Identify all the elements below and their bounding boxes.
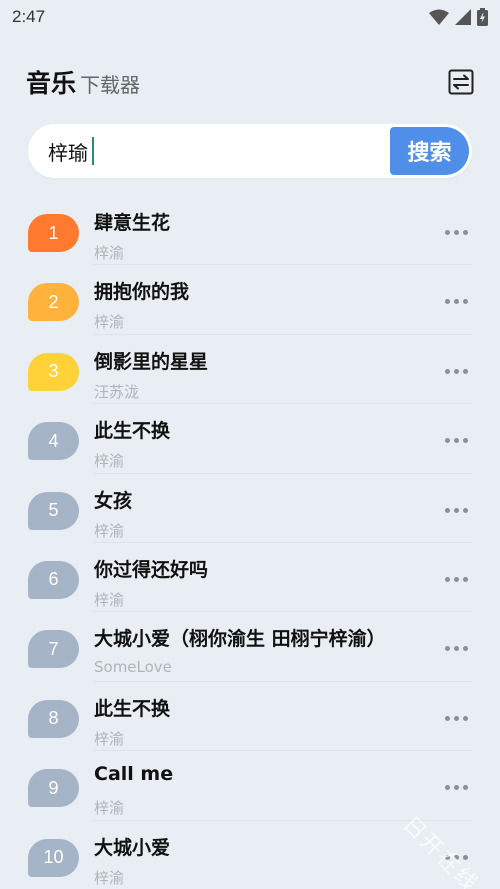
song-artist: 梓渝	[94, 521, 125, 540]
more-dot	[445, 715, 450, 721]
more-dot	[454, 230, 459, 235]
more-dot	[454, 785, 459, 791]
more-dot	[454, 299, 459, 305]
status-time: 2:47	[12, 7, 46, 26]
rank-badge: 7	[28, 630, 79, 669]
song-artist: 梓渝	[94, 590, 125, 609]
more-dot	[454, 646, 459, 652]
song-title: 肆意生花	[94, 212, 171, 234]
more-options-button[interactable]	[445, 785, 468, 791]
song-title: 此生不换	[94, 697, 171, 720]
song-artist: 汪苏泷	[94, 382, 140, 401]
song-row[interactable]: 9 Call me 梓渝	[0, 751, 500, 821]
song-row[interactable]: 6 你过得还好吗梓渝	[0, 543, 500, 613]
song-title: 大城小爱	[94, 836, 171, 859]
song-row[interactable]: 7 大城小爱（栩你渝生 田栩宁梓渝） SomeLove	[0, 612, 500, 682]
rank-badge: 9	[28, 769, 79, 808]
app-title: 音乐 下载器	[26, 64, 140, 100]
song-title: 女孩	[94, 489, 133, 512]
song-artist: 梓渝	[94, 452, 125, 471]
song-row[interactable]: 2 拥抱你的我梓渝	[0, 265, 500, 335]
more-options-button[interactable]	[445, 230, 468, 235]
song-title: 倒影里的星星	[94, 350, 209, 373]
more-options-button[interactable]	[445, 438, 468, 444]
song-title: 拥抱你的我	[94, 281, 190, 304]
status-bar: 2:47	[0, 0, 500, 34]
app-title-sub: 下载器	[80, 73, 141, 97]
status-icons	[429, 8, 488, 26]
signal-icon	[455, 9, 471, 25]
more-dot	[445, 576, 450, 582]
more-options-button[interactable]	[445, 715, 468, 721]
song-title: 你过得还好吗	[94, 558, 209, 581]
swap-icon	[448, 69, 474, 95]
wifi-icon	[429, 9, 449, 25]
more-dot	[445, 507, 450, 513]
rank-badge: 10	[28, 838, 79, 877]
song-title: 大城小爱（栩你渝生 田栩宁梓渝）	[94, 628, 386, 651]
more-dot	[454, 715, 459, 721]
song-artist: 梓渝	[94, 313, 125, 332]
more-options-button[interactable]	[445, 368, 468, 374]
more-dot	[454, 438, 459, 444]
app-title-main: 音乐	[26, 69, 77, 98]
app-header: 音乐 下载器	[26, 62, 476, 102]
switch-source-button[interactable]	[446, 67, 476, 97]
more-dot	[445, 368, 450, 374]
more-dot	[445, 438, 450, 444]
more-dot	[463, 438, 468, 444]
more-dot	[463, 230, 468, 235]
song-row[interactable]: 8 此生不换梓渝	[0, 682, 500, 752]
more-dot	[463, 715, 468, 721]
more-dot	[445, 785, 450, 791]
more-dot	[454, 507, 459, 513]
rank-badge: 3	[28, 352, 79, 391]
song-artist: 梓渝	[94, 244, 125, 262]
more-options-button[interactable]	[445, 576, 468, 582]
song-list: 1 肆意生花 梓渝 2 拥抱你的我 梓渝 3 倒影里的星星 汪苏泷 4 此生不换 梓渝 5 女孩 梓渝 6 你过…	[0, 196, 500, 889]
more-dot	[463, 368, 468, 374]
song-row[interactable]: 3 倒影里的星星汪苏泷	[0, 335, 500, 405]
more-dot	[463, 785, 468, 791]
more-options-button[interactable]	[445, 646, 468, 652]
song-artist: SomeLove	[94, 658, 172, 677]
battery-icon	[477, 8, 488, 26]
more-dot	[454, 368, 459, 374]
rank-badge: 5	[28, 491, 79, 530]
more-dot	[445, 299, 450, 305]
song-artist: 梓渝	[94, 729, 125, 748]
search-button[interactable]: 搜索	[390, 127, 469, 175]
song-title: 此生不换	[94, 420, 171, 443]
more-options-button[interactable]	[445, 299, 468, 305]
more-dot	[463, 576, 468, 582]
song-row[interactable]: 1 肆意生花梓渝	[0, 196, 500, 266]
more-dot	[445, 230, 450, 235]
more-dot	[463, 299, 468, 305]
rank-badge: 2	[28, 283, 79, 322]
more-dot	[454, 576, 459, 582]
search-bar: 搜索	[28, 124, 472, 178]
rank-badge: 6	[28, 560, 79, 599]
rank-badge: 1	[28, 214, 79, 252]
song-row[interactable]: 4 此生不换梓渝	[0, 404, 500, 474]
rank-badge: 4	[28, 422, 79, 461]
more-dot	[463, 507, 468, 513]
more-dot	[445, 646, 450, 652]
song-title: Call me	[94, 763, 174, 786]
song-row[interactable]: 5 女孩梓渝	[0, 474, 500, 543]
more-dot	[463, 646, 468, 652]
text-cursor	[92, 137, 94, 165]
song-artist: 梓渝	[94, 799, 125, 818]
more-options-button[interactable]	[445, 507, 468, 513]
rank-badge: 8	[28, 699, 79, 738]
song-artist: 梓渝	[94, 868, 125, 887]
